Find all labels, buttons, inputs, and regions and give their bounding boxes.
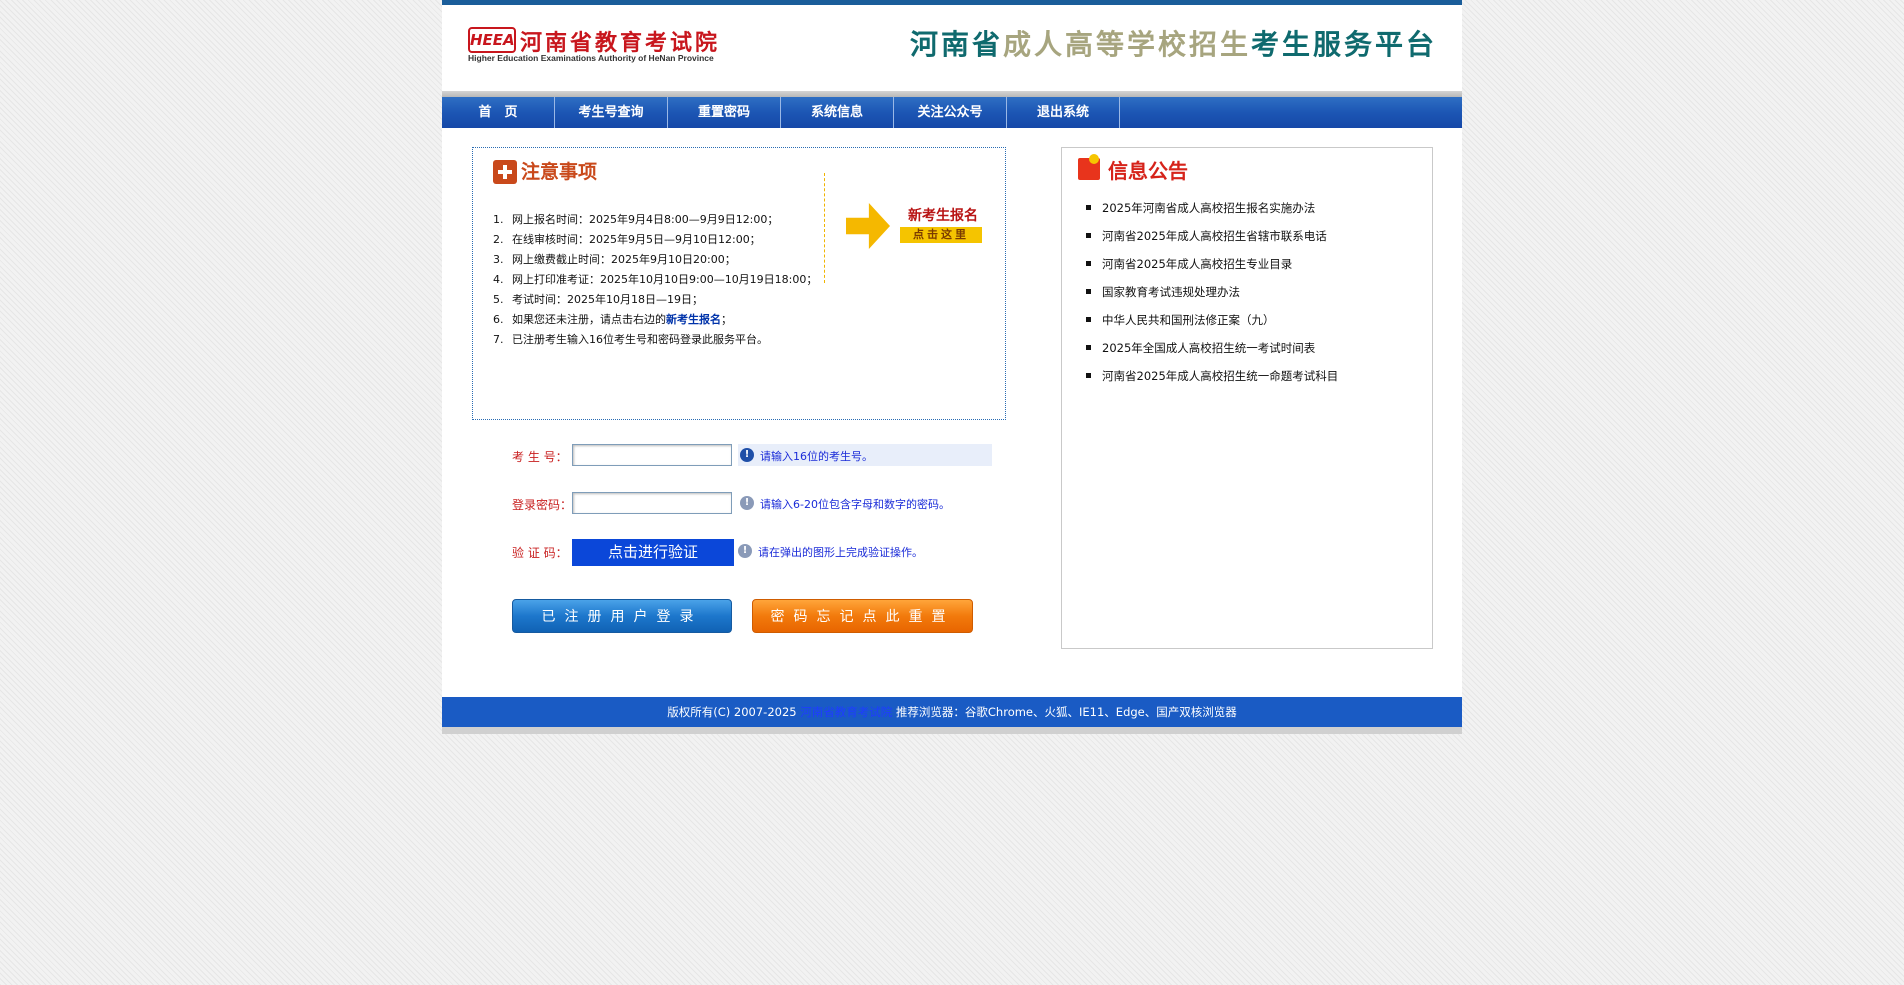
notice-item-number: 5. [493, 293, 504, 306]
notice-item-text: 在线审核时间：2025年9月5日—9月10日12:00； [512, 233, 761, 246]
announcement-item[interactable]: 中华人民共和国刑法修正案（九） [1086, 312, 1416, 340]
info-icon: ! [740, 448, 754, 462]
registration-title: 新考生报名 [908, 208, 978, 224]
nav-logout[interactable]: 退出系统 [1007, 97, 1120, 128]
new-registration-link[interactable]: 新考生报名 [666, 313, 721, 326]
notice-item-number: 4. [493, 273, 504, 286]
password-input[interactable] [572, 492, 732, 514]
announcements-header: 信息公告 [1078, 152, 1198, 184]
announcement-item[interactable]: 国家教育考试违规处理办法 [1086, 284, 1416, 312]
browser-recommendation: 推荐浏览器：谷歌Chrome、火狐、IE11、Edge、国产双核浏览器 [895, 705, 1237, 719]
exam-number-input[interactable] [572, 444, 732, 466]
exam-number-hint: ! 请输入16位的考生号。 [738, 444, 992, 466]
arrow-right-icon [846, 203, 890, 249]
notice-item-text: ； [721, 313, 732, 326]
notice-item-text: 已注册考生输入16位考生号和密码登录此服务平台。 [512, 333, 768, 346]
org-logo: HEEA 河南省教育考试院 Higher Education Examinati… [468, 23, 738, 71]
announcement-item[interactable]: 2025年河南省成人高校招生报名实施办法 [1086, 200, 1416, 228]
nav-exam-number-query[interactable]: 考生号查询 [555, 97, 668, 128]
announcements-panel: 信息公告 2025年河南省成人高校招生报名实施办法 河南省2025年成人高校招生… [1061, 147, 1433, 649]
notice-item-text: 如果您还未注册，请点击右边的 [512, 313, 666, 326]
title-part-1: 河南省 [910, 28, 1004, 61]
new-registration-button[interactable]: 新考生报名 点击这里 [846, 203, 986, 249]
announcements-title: 信息公告 [1108, 159, 1188, 183]
password-row: 登录密码： ! 请输入6-20位包含字母和数字的密码。 [512, 491, 992, 517]
info-icon: ! [738, 544, 752, 558]
announcement-item[interactable]: 河南省2025年成人高校招生专业目录 [1086, 256, 1416, 284]
announcement-item[interactable]: 2025年全国成人高校招生统一考试时间表 [1086, 340, 1416, 368]
password-label: 登录密码： [512, 498, 573, 512]
nav-system-info[interactable]: 系统信息 [781, 97, 894, 128]
main-nav: 首 页 考生号查询 重置密码 系统信息 关注公众号 退出系统 [442, 97, 1462, 128]
notice-panel: 注意事项 1. 网上报名时间：2025年9月4日8:00—9月9日12:00； 2… [472, 147, 1006, 420]
announcement-item[interactable]: 河南省2025年成人高校招生省辖市联系电话 [1086, 228, 1416, 256]
captcha-hint-text: 请在弹出的图形上完成验证操作。 [758, 546, 923, 559]
announcements-list: 2025年河南省成人高校招生报名实施办法 河南省2025年成人高校招生省辖市联系… [1086, 200, 1416, 396]
plus-icon [493, 160, 517, 184]
notice-item-number: 3. [493, 253, 504, 266]
exam-number-row: 考 生 号： ! 请输入16位的考生号。 [512, 443, 992, 469]
captcha-hint: ! 请在弹出的图形上完成验证操作。 [736, 540, 990, 562]
notice-item-text: 网上缴费截止时间：2025年9月10日20:00； [512, 253, 736, 266]
page-container: HEEA 河南省教育考试院 Higher Education Examinati… [442, 0, 1462, 734]
notice-item: 3. 网上缴费截止时间：2025年9月10日20:00； [493, 250, 823, 270]
captcha-row: 验 证 码： 点击进行验证 ! 请在弹出的图形上完成验证操作。 [512, 539, 992, 566]
notice-item: 5. 考试时间：2025年10月18日—19日； [493, 290, 823, 310]
reset-password-button[interactable]: 密码忘记点此重置 [752, 599, 973, 633]
notice-item-number: 7. [493, 333, 504, 346]
captcha-label: 验 证 码： [512, 546, 568, 560]
captcha-verify-button[interactable]: 点击进行验证 [572, 539, 734, 566]
title-part-2: 成人高等学校招生 [1003, 28, 1252, 61]
info-icon: ! [740, 496, 754, 510]
notice-item-text: 考试时间：2025年10月18日—19日； [512, 293, 703, 306]
login-button[interactable]: 已注册用户登录 [512, 599, 732, 633]
header: HEEA 河南省教育考试院 Higher Education Examinati… [442, 5, 1462, 91]
announcement-item[interactable]: 河南省2025年成人高校招生统一命题考试科目 [1086, 368, 1416, 396]
notice-board-icon [1078, 154, 1100, 180]
notice-item-number: 1. [493, 213, 504, 226]
copyright-text: 版权所有(C) 2007-2025 [667, 705, 797, 719]
notice-item-text: 网上报名时间：2025年9月4日8:00—9月9日12:00； [512, 213, 779, 226]
password-hint: ! 请输入6-20位包含字母和数字的密码。 [738, 492, 992, 514]
password-hint-text: 请输入6-20位包含字母和数字的密码。 [760, 498, 950, 511]
notice-item-text: 网上打印准考证：2025年10月10日9:00—10月19日18:00； [512, 273, 818, 286]
notice-item: 4. 网上打印准考证：2025年10月10日9:00—10月19日18:00； [493, 270, 823, 290]
title-part-3: 考生服务平台 [1251, 28, 1438, 61]
logo-badge: HEEA [468, 27, 516, 53]
footer-org-link[interactable]: 河南省教育考试院 [800, 705, 892, 719]
notice-list: 1. 网上报名时间：2025年9月4日8:00—9月9日12:00； 2. 在线审核… [493, 210, 823, 350]
exam-number-label: 考 生 号： [512, 450, 568, 464]
platform-title: 河南省成人高等学校招生考生服务平台 [910, 23, 1450, 63]
notice-header: 注意事项 [493, 160, 633, 186]
notice-title: 注意事项 [521, 161, 598, 183]
registration-click-here: 点击这里 [900, 227, 982, 243]
footer-bottom-bar [442, 727, 1462, 734]
notice-item-number: 6. [493, 313, 504, 326]
nav-reset-password[interactable]: 重置密码 [668, 97, 781, 128]
notice-item: 1. 网上报名时间：2025年9月4日8:00—9月9日12:00； [493, 210, 823, 230]
logo-english-name: Higher Education Examinations Authority … [468, 53, 714, 63]
nav-home[interactable]: 首 页 [442, 97, 555, 128]
notice-divider [824, 173, 825, 283]
nav-follow-account[interactable]: 关注公众号 [894, 97, 1007, 128]
exam-number-hint-text: 请输入16位的考生号。 [760, 450, 873, 463]
notice-item: 7. 已注册考生输入16位考生号和密码登录此服务平台。 [493, 330, 823, 350]
notice-item-number: 2. [493, 233, 504, 246]
notice-item: 2. 在线审核时间：2025年9月5日—9月10日12:00； [493, 230, 823, 250]
footer: 版权所有(C) 2007-2025 河南省教育考试院 推荐浏览器：谷歌Chrom… [442, 697, 1462, 727]
notice-item: 6. 如果您还未注册，请点击右边的新考生报名； [493, 310, 823, 330]
